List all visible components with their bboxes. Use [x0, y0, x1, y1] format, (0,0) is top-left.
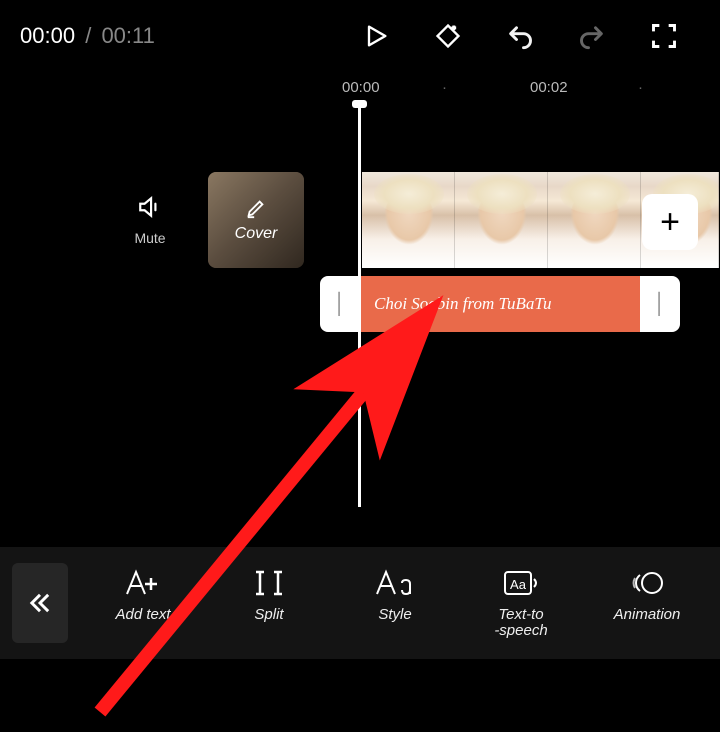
text-clip-body[interactable]: Choi Soobin from TuBaTu — [360, 276, 640, 332]
fullscreen-icon — [650, 22, 678, 50]
clip-frame — [362, 172, 455, 268]
time-divider: / — [85, 23, 91, 48]
bottom-toolbar: Add text Split Style — [0, 547, 720, 659]
video-track-header: Mute Cover — [120, 172, 304, 268]
add-text-icon — [123, 567, 163, 599]
speaker-icon — [135, 194, 165, 220]
tool-row: Add text Split Style — [80, 567, 720, 640]
ruler-tick: 00:02 — [530, 79, 568, 96]
timeline-ruler[interactable]: 00:00 · 00:02 · — [0, 72, 720, 102]
redo-button[interactable] — [562, 11, 622, 61]
fullscreen-button[interactable] — [634, 11, 694, 61]
clip-handle-left[interactable]: │ — [320, 276, 360, 332]
cover-label: Cover — [235, 225, 278, 243]
play-button[interactable] — [346, 11, 406, 61]
keyframe-add-icon — [434, 22, 462, 50]
animation-button[interactable]: Animation — [597, 567, 697, 640]
tool-label: Split — [254, 607, 283, 624]
tool-label: Animation — [614, 607, 681, 624]
mute-button[interactable]: Mute — [120, 194, 180, 246]
ruler-dot: · — [442, 79, 447, 96]
time-current: 00:00 — [20, 23, 75, 48]
animation-icon — [627, 567, 667, 599]
plus-icon: + — [660, 203, 680, 242]
svg-text:Aa: Aa — [510, 577, 527, 592]
style-button[interactable]: Style — [345, 567, 445, 640]
tool-label: Add text — [115, 607, 170, 624]
redo-icon — [578, 22, 606, 50]
tts-icon: Aa — [501, 567, 541, 599]
tool-label: Style — [378, 607, 411, 624]
time-display: 00:00 / 00:11 — [20, 23, 155, 49]
add-text-button[interactable]: Add text — [93, 567, 193, 640]
ruler-tick: 00:00 — [342, 79, 380, 96]
add-keyframe-button[interactable] — [418, 11, 478, 61]
clip-handle-right[interactable]: │ — [640, 276, 680, 332]
tool-label: Text-to -speech — [494, 607, 547, 640]
undo-button[interactable] — [490, 11, 550, 61]
cover-button[interactable]: Cover — [208, 172, 304, 268]
undo-icon — [506, 22, 534, 50]
back-button[interactable] — [12, 563, 68, 643]
text-clip[interactable]: │ Choi Soobin from TuBaTu │ — [320, 276, 680, 332]
mute-label: Mute — [134, 230, 165, 246]
add-clip-button[interactable]: + — [642, 194, 698, 250]
chevrons-left-icon — [26, 589, 54, 617]
play-icon — [362, 22, 390, 50]
style-icon — [374, 567, 416, 599]
playhead[interactable] — [358, 102, 361, 507]
pencil-icon — [245, 197, 267, 219]
time-total: 00:11 — [101, 23, 154, 48]
split-icon — [252, 567, 286, 599]
clip-frame — [455, 172, 548, 268]
text-to-speech-button[interactable]: Aa Text-to -speech — [471, 567, 571, 640]
top-bar: 00:00 / 00:11 — [0, 0, 720, 72]
text-clip-content: Choi Soobin from TuBaTu — [374, 294, 551, 314]
timeline-area[interactable]: Mute Cover + │ Choi Soobin from TuBaTu │ — [0, 102, 720, 547]
clip-frame — [548, 172, 641, 268]
split-button[interactable]: Split — [219, 567, 319, 640]
ruler-dot: · — [638, 79, 643, 96]
